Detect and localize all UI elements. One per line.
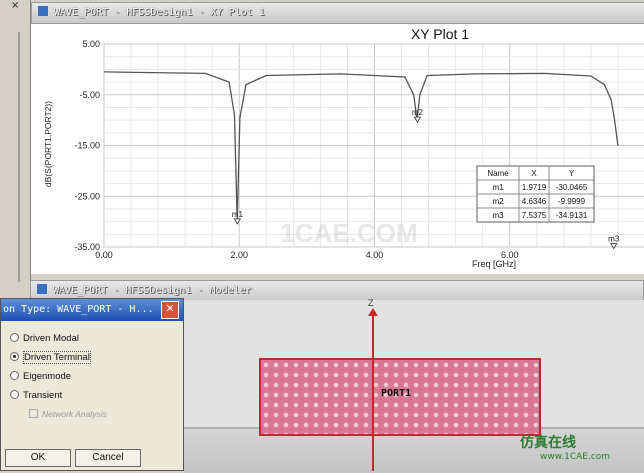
panel-divider — [18, 32, 20, 282]
watermark-text: 1CAE.COM — [280, 218, 417, 248]
radio-icon — [10, 390, 19, 399]
dialog-close-icon[interactable]: ✕ — [161, 301, 179, 319]
network-analysis-checkbox[interactable]: Network Analysis — [29, 409, 107, 419]
radio-selected-icon — [10, 352, 19, 361]
y-axis-label: dB(S(PORT1,PORT2)) — [43, 101, 53, 187]
marker-table-value: m3 — [492, 211, 504, 220]
x-axis-label: Freq [GHz] — [472, 259, 516, 269]
radio-transient[interactable]: Transient — [10, 390, 62, 401]
plot-window-title: WAVE_PORT - HFSSDesign1 - XY Plot 1 — [54, 7, 265, 18]
marker-table-value: 4.6346 — [522, 197, 547, 206]
marker-table-header: X — [531, 169, 537, 178]
radio-icon — [10, 333, 19, 342]
radio-label: Eigenmode — [23, 371, 72, 382]
marker-table-value: -30.0465 — [556, 183, 588, 192]
radio-label: Driven Modal — [23, 333, 79, 344]
y-tick-label: -5.00 — [79, 90, 100, 100]
window-icon — [38, 6, 48, 16]
marker-table-value: m2 — [492, 197, 504, 206]
dialog-title[interactable]: on Type: WAVE_PORT - H... — [1, 299, 183, 321]
marker-table: Name X Ym1 1.9719 -30.0465 m2 4.6346 -9.9999 m3 7… — [476, 165, 595, 223]
marker-table-value: -34.9131 — [556, 211, 588, 220]
x-tick-label: 4.00 — [366, 250, 384, 260]
y-tick-label: -35.00 — [74, 242, 100, 252]
watermark-logo-text: 仿真在线 — [520, 435, 576, 451]
xy-plot-window: WAVE_PORT - HFSSDesign1 - XY Plot 1 0.00… — [30, 2, 644, 274]
ok-button[interactable]: OK — [5, 449, 71, 467]
z-axis-arrow-icon — [368, 308, 378, 316]
y-tick-label: -15.00 — [74, 141, 100, 151]
marker-table-header: Y — [569, 169, 575, 178]
marker-table-header: Name — [487, 169, 509, 178]
chart-title: XY Plot 1 — [411, 26, 469, 42]
radio-label: Driven Terminal — [23, 351, 91, 364]
marker-table-value: 7.5375 — [522, 211, 547, 220]
radio-label: Transient — [23, 390, 63, 401]
port-label: PORT1 — [381, 388, 412, 399]
radio-driven-terminal[interactable]: Driven Terminal — [10, 351, 91, 364]
cancel-button[interactable]: Cancel — [75, 449, 141, 467]
xy-plot-chart: 0.00 2.00 4.00 6.005.00-5.00-15.00-25.00-35… — [43, 26, 644, 269]
y-tick-label: 5.00 — [82, 39, 100, 49]
radio-icon — [10, 371, 19, 380]
port1-object[interactable]: PORT1 — [259, 358, 541, 436]
checkbox-label: Network Analysis — [42, 409, 107, 419]
window-icon — [37, 284, 47, 294]
close-icon[interactable]: × — [11, 0, 19, 11]
checkbox-icon — [29, 409, 38, 418]
marker-table-value: -9.9999 — [558, 197, 586, 206]
marker-m2-label: m2 — [412, 108, 424, 117]
z-axis-label: Z — [368, 298, 374, 308]
x-tick-label: 2.00 — [230, 250, 248, 260]
marker-table-value: 1.9719 — [522, 183, 547, 192]
watermark-url: www.1CAE.com — [540, 452, 611, 462]
marker-m3-label: m3 — [608, 235, 620, 244]
y-tick-label: -25.00 — [74, 191, 100, 201]
z-axis-line — [372, 312, 374, 471]
marker-m1-label: m1 — [232, 210, 244, 219]
radio-eigenmode[interactable]: Eigenmode — [10, 371, 71, 382]
modeler-window-title: WAVE_PORT - HFSSDesign1 - Modeler — [53, 285, 252, 296]
marker-table-value: m1 — [492, 183, 504, 192]
solution-type-dialog: on Type: WAVE_PORT - H... ✕ Driven Modal… — [0, 298, 184, 471]
plot-window-titlebar[interactable]: WAVE_PORT - HFSSDesign1 - XY Plot 1 — [31, 2, 644, 24]
radio-driven-modal[interactable]: Driven Modal — [10, 333, 79, 344]
